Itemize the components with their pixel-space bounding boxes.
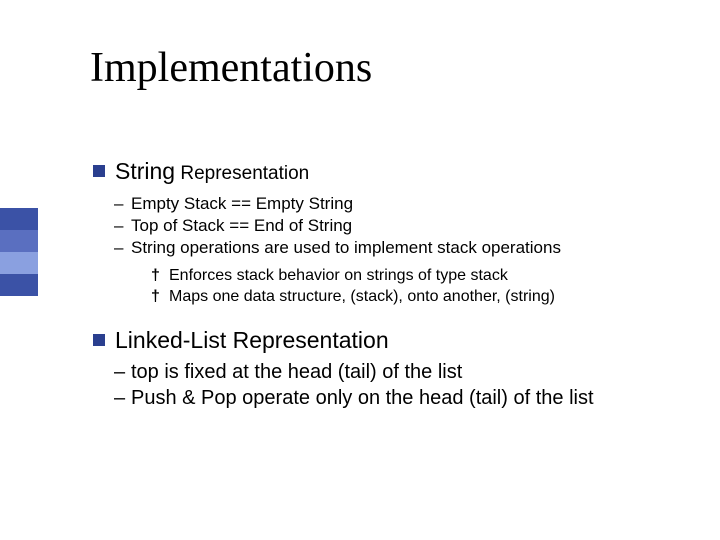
bullet-level2: – Top of Stack == End of String bbox=[131, 215, 675, 237]
sidebar-segment bbox=[0, 274, 38, 296]
bullet-level2: – top is fixed at the head (tail) of the… bbox=[131, 359, 675, 385]
dash-bullet-icon: – bbox=[114, 237, 123, 259]
dagger-bullet-icon: † bbox=[151, 265, 160, 286]
bullet-text: Top of Stack == End of String bbox=[131, 216, 352, 235]
sidebar-segment bbox=[0, 252, 38, 274]
slide-body: String Representation – Empty Stack == E… bbox=[115, 156, 675, 411]
decorative-sidebar bbox=[0, 208, 38, 296]
bullet-level2: – Push & Pop operate only on the head (t… bbox=[131, 385, 675, 411]
bullet-text: Enforces stack behavior on strings of ty… bbox=[169, 267, 508, 284]
bullet-text: String operations are used to implement … bbox=[131, 238, 561, 257]
bullet-level2: – String operations are used to implemen… bbox=[131, 237, 675, 259]
bullet-text: top is fixed at the head (tail) of the l… bbox=[131, 361, 462, 383]
sublist: – top is fixed at the head (tail) of the… bbox=[115, 359, 675, 411]
slide-title: Implementations bbox=[90, 44, 372, 92]
bullet-text-sub: Representation bbox=[175, 163, 309, 184]
bullet-level1: String Representation bbox=[115, 156, 675, 189]
sidebar-segment bbox=[0, 208, 38, 230]
bullet-text: Maps one data structure, (stack), onto a… bbox=[169, 288, 555, 305]
slide: Implementations String Representation – … bbox=[0, 0, 720, 540]
bullet-level3: † Maps one data structure, (stack), onto… bbox=[169, 286, 675, 307]
dash-bullet-icon: – bbox=[114, 359, 125, 385]
bullet-level2: – Empty Stack == Empty String bbox=[131, 193, 675, 215]
square-bullet-icon bbox=[93, 334, 105, 346]
dash-bullet-icon: – bbox=[114, 193, 123, 215]
bullet-text: Empty Stack == Empty String bbox=[131, 194, 353, 213]
bullet-level3: † Enforces stack behavior on strings of … bbox=[169, 265, 675, 286]
square-bullet-icon bbox=[93, 165, 105, 177]
bullet-text: Push & Pop operate only on the head (tai… bbox=[131, 387, 594, 409]
dagger-bullet-icon: † bbox=[151, 286, 160, 307]
bullet-text-main: Linked-List Representation bbox=[115, 327, 389, 353]
spacer bbox=[115, 307, 675, 325]
sidebar-segment bbox=[0, 230, 38, 252]
bullet-text-main: String bbox=[115, 158, 175, 184]
dash-bullet-icon: – bbox=[114, 215, 123, 237]
dash-bullet-icon: – bbox=[114, 385, 125, 411]
bullet-level1: Linked-List Representation bbox=[115, 325, 675, 355]
